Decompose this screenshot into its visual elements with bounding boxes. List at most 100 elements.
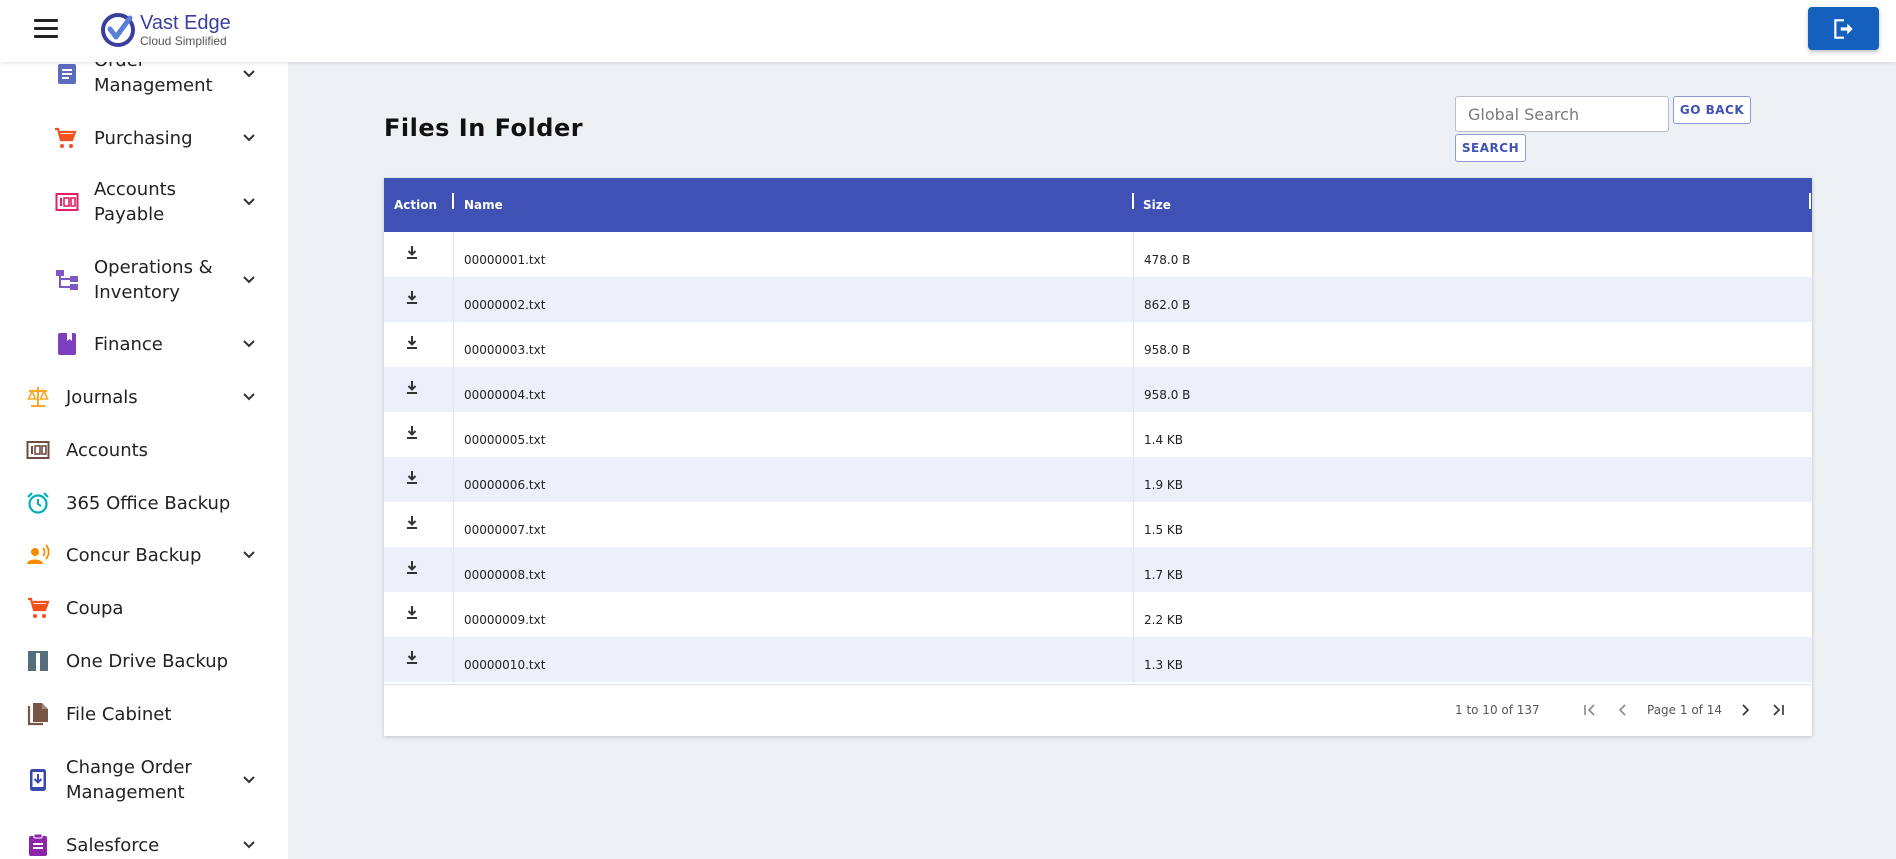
chevron-down-icon[interactable] (242, 337, 256, 351)
chevron-down-icon[interactable] (242, 131, 256, 145)
sidebar-item-label: Salesforce (66, 835, 160, 856)
pagination-bar: 1 to 10 of 137 Page 1 of 14 (384, 684, 1812, 736)
column-resize-handle[interactable] (452, 193, 454, 209)
column-divider (453, 232, 454, 685)
pagination-summary: 1 to 10 of 137 (1455, 703, 1540, 717)
cart-icon (55, 127, 77, 148)
file-name-cell: 00000006.txt (464, 478, 546, 492)
table-row[interactable]: 00000007.txt 1.5 KB (384, 502, 1812, 547)
menu-icon[interactable] (34, 19, 58, 39)
chevron-down-icon[interactable] (242, 390, 256, 404)
file-name-cell: 00000001.txt (464, 253, 546, 267)
sidebar-item-purchasing[interactable]: Purchasing (0, 118, 288, 158)
sidebar-item-label: Accounts (66, 440, 149, 461)
last-page-icon[interactable] (1770, 702, 1786, 718)
files-table: Action Name Size 00000001.txt 478.0 B 0000… (384, 178, 1812, 736)
file-size-cell: 958.0 B (1144, 388, 1191, 402)
sidebar-item-accounts[interactable]: Accounts (0, 430, 288, 470)
column-header-size[interactable]: Size (1143, 178, 1171, 232)
download-icon[interactable] (403, 603, 421, 621)
table-row[interactable]: 00000001.txt 478.0 B (384, 232, 1812, 277)
table-header: Action Name Size (384, 178, 1812, 232)
sidebar-item-label: Operations & (94, 257, 213, 278)
chevron-down-icon[interactable] (242, 67, 256, 81)
table-row[interactable]: 00000005.txt 1.4 KB (384, 412, 1812, 457)
logo[interactable]: Vast Edge Cloud Simplified (100, 10, 231, 50)
page-title: Files In Folder (384, 114, 584, 142)
sidebar-item-label: Order (94, 62, 145, 73)
previous-page-icon[interactable] (1615, 702, 1631, 718)
column-header-action[interactable]: Action (394, 178, 437, 232)
sidebar-item-one-drive-backup[interactable]: One Drive Backup (0, 641, 288, 681)
sidebar-item-order-management[interactable]: Order Management (0, 62, 288, 104)
sidebar-item-coupa[interactable]: Coupa (0, 588, 288, 628)
column-resize-handle[interactable] (1809, 193, 1811, 209)
sidebar-item-concur-backup[interactable]: Concur Backup (0, 535, 288, 575)
sidebar-item-finance[interactable]: Finance (0, 324, 288, 364)
table-row[interactable]: 00000002.txt 862.0 B (384, 277, 1812, 322)
sidebar-item-365-office-backup[interactable]: 365 Office Backup (0, 483, 288, 523)
file-size-cell: 478.0 B (1144, 253, 1191, 267)
sidebar-item-label: Journals (66, 387, 138, 408)
sidebar-item-operations-inventory[interactable]: Operations & Inventory (0, 252, 288, 308)
column-divider (1133, 232, 1134, 685)
file-size-cell: 1.7 KB (1144, 568, 1183, 582)
download-icon[interactable] (403, 513, 421, 531)
next-page-icon[interactable] (1737, 702, 1753, 718)
file-size-cell: 2.2 KB (1144, 613, 1183, 627)
file-size-cell: 958.0 B (1144, 343, 1191, 357)
table-row[interactable]: 00000004.txt 958.0 B (384, 367, 1812, 412)
brand-name: Vast Edge (140, 12, 231, 34)
phone-download-icon (30, 769, 46, 791)
column-resize-handle[interactable] (1132, 193, 1134, 209)
search-button[interactable]: SEARCH (1455, 134, 1526, 162)
file-size-cell: 1.9 KB (1144, 478, 1183, 492)
global-search-input[interactable] (1455, 96, 1669, 132)
sidebar-item-label: Inventory (94, 282, 180, 303)
download-icon[interactable] (403, 423, 421, 441)
sidebar-item-label: Change Order (66, 757, 192, 778)
chevron-down-icon[interactable] (242, 548, 256, 562)
chevron-down-icon[interactable] (242, 838, 256, 852)
table-row[interactable]: 00000006.txt 1.9 KB (384, 457, 1812, 502)
sidebar-item-change-order-management[interactable]: Change Order Management (0, 752, 288, 808)
column-header-name[interactable]: Name (464, 178, 503, 232)
logout-button[interactable] (1808, 7, 1879, 50)
chevron-down-icon[interactable] (242, 273, 256, 287)
file-name-cell: 00000007.txt (464, 523, 546, 537)
download-icon[interactable] (403, 333, 421, 351)
first-page-icon[interactable] (1582, 702, 1598, 718)
download-icon[interactable] (403, 243, 421, 261)
table-row[interactable]: 00000008.txt 1.7 KB (384, 547, 1812, 592)
sidebar-item-journals[interactable]: Journals (0, 377, 288, 417)
sidebar-item-label: One Drive Backup (66, 651, 229, 672)
archive-icon (28, 651, 48, 671)
book-icon (58, 333, 76, 355)
sidebar-item-salesforce[interactable]: Salesforce (0, 825, 288, 859)
download-icon[interactable] (403, 468, 421, 486)
sidebar-item-file-cabinet[interactable]: File Cabinet (0, 694, 288, 734)
cart-icon (28, 597, 50, 618)
clipboard-icon (29, 833, 47, 856)
table-row[interactable]: 00000010.txt 1.3 KB (384, 637, 1812, 682)
sidebar-item-label: Concur Backup (66, 545, 202, 566)
file-copy-icon (27, 703, 48, 726)
download-icon[interactable] (403, 558, 421, 576)
go-back-button[interactable]: GO BACK (1673, 96, 1751, 124)
file-size-cell: 862.0 B (1144, 298, 1191, 312)
table-row[interactable]: 00000003.txt 958.0 B (384, 322, 1812, 367)
sidebar: Order Management Purchasing Accounts Pay… (0, 62, 288, 859)
file-name-cell: 00000009.txt (464, 613, 546, 627)
scale-icon (27, 387, 49, 407)
table-row[interactable]: 00000009.txt 2.2 KB (384, 592, 1812, 637)
sidebar-item-label: File Cabinet (66, 704, 172, 725)
chevron-down-icon[interactable] (242, 773, 256, 787)
download-icon[interactable] (403, 648, 421, 666)
ledger-icon (55, 193, 79, 211)
download-icon[interactable] (403, 378, 421, 396)
sidebar-item-accounts-payable[interactable]: Accounts Payable (0, 174, 288, 230)
logout-icon (1833, 18, 1853, 39)
hierarchy-icon (56, 270, 78, 290)
download-icon[interactable] (403, 288, 421, 306)
chevron-down-icon[interactable] (242, 195, 256, 209)
